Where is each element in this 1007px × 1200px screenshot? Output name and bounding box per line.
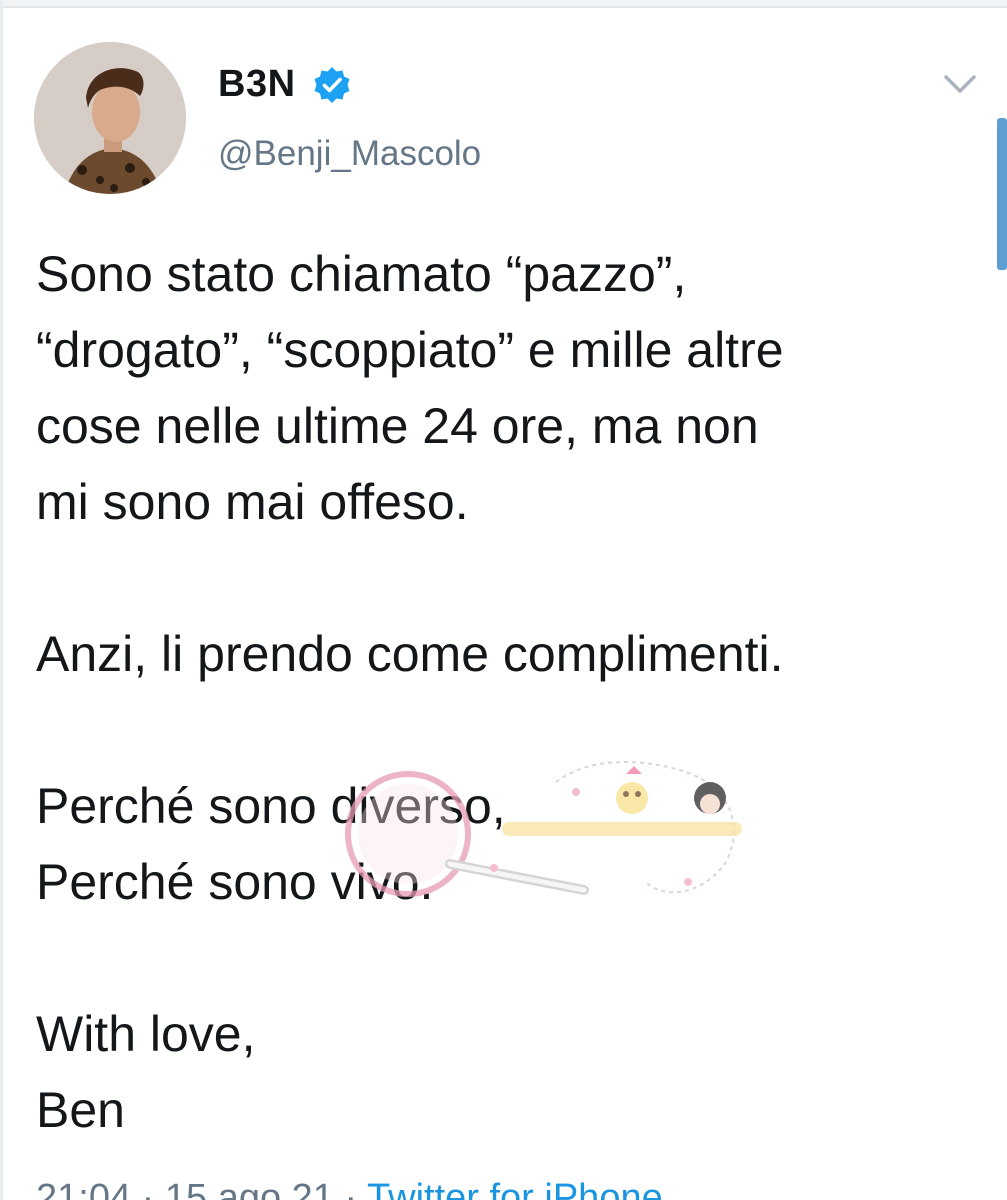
left-divider xyxy=(0,0,3,1200)
profile-photo-icon xyxy=(34,42,186,194)
verified-badge-icon xyxy=(314,67,350,103)
display-name[interactable]: B3N xyxy=(218,60,296,108)
tweet-meta: 21:04 · 15 ago 21 · Twitter for iPhone xyxy=(36,1176,663,1200)
tweet-line: cose nelle ultime 24 ore, ma non xyxy=(36,398,759,454)
tweet-line: mi sono mai offeso. xyxy=(36,474,469,530)
chevron-down-icon[interactable] xyxy=(940,70,980,98)
tweet-time[interactable]: 21:04 xyxy=(36,1177,131,1200)
tweet-text: Sono stato chiamato “pazzo”, “drogato”, … xyxy=(36,236,986,1148)
tweet-line: Perché sono diverso, xyxy=(36,778,506,834)
tweet-line: “drogato”, “scoppiato” e mille altre xyxy=(36,322,784,378)
tweet-screenshot: B3N @Benji_Mascolo Sono stato chiamato “… xyxy=(0,0,1007,1200)
meta-separator: · xyxy=(131,1177,165,1200)
tweet-line: Perché sono vivo. xyxy=(36,854,434,910)
avatar[interactable] xyxy=(34,42,186,194)
tweet-line: With love, xyxy=(36,1006,256,1062)
tweet-date[interactable]: 15 ago 21 xyxy=(165,1177,334,1200)
tweet-source-link[interactable]: Twitter for iPhone xyxy=(367,1177,663,1200)
user-handle[interactable]: @Benji_Mascolo xyxy=(218,132,481,176)
tweet-line: Ben xyxy=(36,1082,125,1138)
top-divider xyxy=(0,0,1007,8)
scrollbar[interactable] xyxy=(997,118,1007,270)
tweet-line: Anzi, li prendo come complimenti. xyxy=(36,626,784,682)
meta-separator: · xyxy=(333,1177,368,1200)
tweet-line: Sono stato chiamato “pazzo”, xyxy=(36,246,687,302)
